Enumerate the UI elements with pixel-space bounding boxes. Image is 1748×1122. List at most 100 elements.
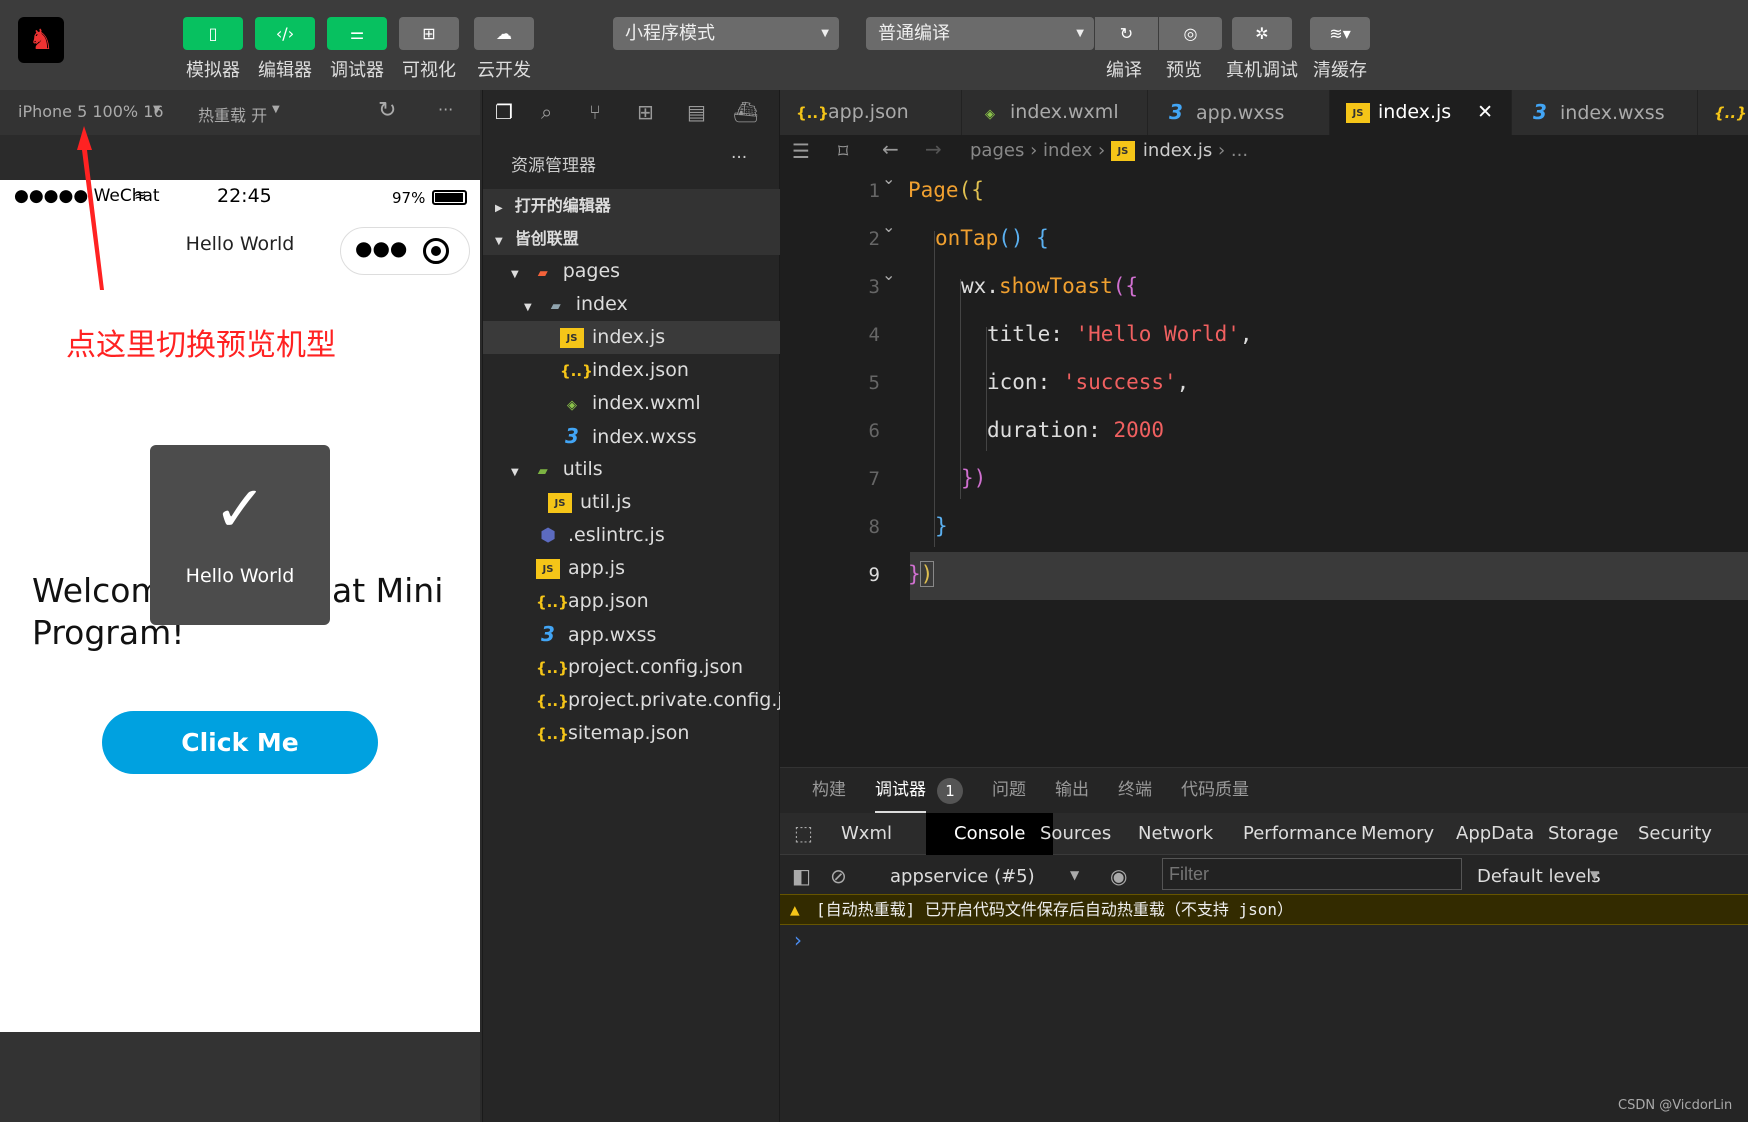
panel-tab-build[interactable]: 构建 xyxy=(812,768,846,813)
compile-button[interactable]: ↻ xyxy=(1095,17,1158,50)
eye-icon[interactable]: ◉ xyxy=(1110,864,1127,888)
tab-app-wxss[interactable]: 3 app.wxss xyxy=(1148,90,1330,135)
levels-select[interactable]: Default levels xyxy=(1477,866,1601,887)
tab-app-json[interactable]: {..}app.json xyxy=(780,90,962,135)
clear-cache-button[interactable]: ≋▾ xyxy=(1310,17,1370,50)
tree-label: index.wxml xyxy=(592,392,701,414)
section-label: 皆创联盟 xyxy=(514,229,579,248)
file-explorer: ❐ ⌕ ⑂ ⊞ ▤ ⛴ 资源管理器 ··· ▶ 打开的编辑器 ▼ 皆创联盟 ▼ ▰ pa… xyxy=(482,90,811,1122)
forward-arrow-icon[interactable]: → xyxy=(925,137,942,161)
tree-item-index-wxss[interactable]: 3 index.wxss xyxy=(483,420,781,453)
panel-tab-output[interactable]: 输出 xyxy=(1055,768,1089,813)
console-prompt[interactable]: › xyxy=(794,928,802,952)
tree-item-app-json[interactable]: {..}app.json xyxy=(483,585,781,618)
breadcrumb: pages › index › JS index.js › ... xyxy=(970,140,1249,161)
extensions-icon[interactable]: ⊞ xyxy=(637,100,654,124)
success-check-icon: ✓ xyxy=(213,473,267,547)
files-icon[interactable]: ❐ xyxy=(495,100,513,124)
outline-icon[interactable]: ☰ xyxy=(792,139,810,163)
back-arrow-icon[interactable]: ← xyxy=(882,137,899,161)
tree-item-utils[interactable]: ▼ ▰ utils xyxy=(483,453,781,486)
tab-index-js[interactable]: JS index.js ✕ xyxy=(1330,90,1512,135)
tab-label: index.wxml xyxy=(1010,101,1119,123)
fold-chevron-icon[interactable]: ⌄ xyxy=(882,217,895,236)
devtools-tab-wxml[interactable]: Wxml xyxy=(826,813,907,855)
warning-text: [自动热重载] 已开启代码文件保存后自动热重载（不支持 json） xyxy=(816,900,1294,919)
click-me-button[interactable]: Click Me xyxy=(102,711,378,774)
tree-item-pages[interactable]: ▼ ▰ pages xyxy=(483,255,781,288)
fold-chevron-icon[interactable]: ⌄ xyxy=(882,265,895,284)
tree-item-eslintrc[interactable]: ⬢ .eslintrc.js xyxy=(483,519,781,552)
tree-label: index.js xyxy=(592,326,666,348)
console-warning: ▲ [自动热重载] 已开启代码文件保存后自动热重载（不支持 json） xyxy=(780,894,1748,925)
tab-label: app.wxss xyxy=(1196,102,1285,124)
watermark: CSDN @VicdorLin xyxy=(1618,1098,1733,1113)
close-icon[interactable]: ✕ xyxy=(1477,90,1493,135)
tree-item-index-json[interactable]: {..}index.json xyxy=(483,354,781,387)
tree-item-util-js[interactable]: JS util.js xyxy=(483,486,781,519)
tab-index-wxss[interactable]: 3 index.wxss xyxy=(1512,90,1698,135)
layers-icon: ≋▾ xyxy=(1329,24,1351,43)
line-number: 5 xyxy=(868,372,880,394)
inspect-element-icon[interactable]: ⬚ xyxy=(794,821,813,845)
remote-debug-button[interactable]: ✲ xyxy=(1232,17,1292,50)
tree-item-app-wxss[interactable]: 3 app.wxss xyxy=(483,618,781,651)
breadcrumb-item[interactable]: index xyxy=(1043,140,1092,161)
sidebar-toggle-icon[interactable]: ◧ xyxy=(792,864,811,888)
refresh-icon: ↻ xyxy=(1119,24,1134,43)
tree-item-index-folder[interactable]: ▼ ▰ index xyxy=(483,288,781,321)
breadcrumb-item[interactable]: pages xyxy=(970,140,1024,161)
section-project[interactable]: ▼ 皆创联盟 xyxy=(483,222,781,255)
tree-label: pages xyxy=(562,260,621,282)
tab-index-json[interactable]: {..}in xyxy=(1698,90,1748,169)
cloud-button[interactable]: ☁ xyxy=(474,17,534,50)
tree-item-app-js[interactable]: JS app.js xyxy=(483,552,781,585)
tree-item-index-js[interactable]: JS index.js xyxy=(483,321,781,354)
filter-input[interactable] xyxy=(1162,858,1462,890)
clear-console-icon[interactable]: ⊘ xyxy=(830,864,847,888)
compile-select[interactable]: 普通编译 ▼ xyxy=(866,17,1094,50)
tree-item-project-config[interactable]: {..}project.config.json xyxy=(483,651,781,684)
explorer-more-button[interactable]: ··· xyxy=(731,148,747,168)
panel-tab-problems[interactable]: 问题 xyxy=(992,768,1026,813)
js-file-icon: JS xyxy=(560,327,584,348)
search-icon[interactable]: ⌕ xyxy=(541,100,552,124)
bookmark-icon[interactable]: ⌑ xyxy=(838,139,848,163)
indent-guide xyxy=(934,231,935,547)
code-line-3: wx.showToast({ xyxy=(961,274,1139,298)
panel-tab-code-quality[interactable]: 代码质量 xyxy=(1181,768,1249,813)
mode-select[interactable]: 小程序模式 ▼ xyxy=(613,17,839,50)
context-select[interactable]: appservice (#5) xyxy=(890,866,1035,887)
arrow-icon xyxy=(77,126,104,290)
tab-index-wxml[interactable]: ◈ index.wxml xyxy=(962,90,1148,135)
tree-item-project-private-config[interactable]: {..}project.private.config.js... xyxy=(483,684,811,717)
devtools-tab-network[interactable]: Network xyxy=(1123,813,1228,855)
git-branch-icon[interactable]: ⑂ xyxy=(589,100,601,124)
folder-icon: ▰ xyxy=(537,464,548,479)
chevron-down-icon: ▼ xyxy=(1590,868,1600,882)
devtools-tab-sources[interactable]: Sources xyxy=(1025,813,1126,855)
fold-chevron-icon[interactable]: ⌄ xyxy=(882,169,895,188)
json-file-icon: {..} xyxy=(536,659,569,677)
panel-tab-debugger[interactable]: 调试器 xyxy=(875,768,926,813)
devtools-tab-security[interactable]: Security xyxy=(1623,813,1727,855)
tree-label: index xyxy=(575,293,628,315)
code-editor[interactable]: ☰ ⌑ ← → pages › index › JS index.js › ...… xyxy=(780,135,1748,767)
breadcrumb-item[interactable]: ... xyxy=(1231,140,1248,161)
section-open-editors[interactable]: ▶ 打开的编辑器 xyxy=(483,189,781,222)
tree-item-index-wxml[interactable]: ◈ index.wxml xyxy=(483,387,781,420)
preview-button[interactable]: ◎ xyxy=(1159,17,1222,50)
devtools-tab-storage[interactable]: Storage xyxy=(1533,813,1633,855)
panel-tab-terminal[interactable]: 终端 xyxy=(1118,768,1152,813)
tree-item-sitemap[interactable]: {..}sitemap.json xyxy=(483,717,781,750)
devtools-tab-memory[interactable]: Memory xyxy=(1346,813,1449,855)
breadcrumb-item[interactable]: index.js xyxy=(1143,140,1212,161)
editor-tabs: {..}app.json ◈ index.wxml 3 app.wxss JS ind… xyxy=(780,90,1748,169)
json-file-icon: {..} xyxy=(536,692,569,710)
wxss-file-icon: 3 xyxy=(541,622,555,646)
tree-label: sitemap.json xyxy=(568,722,690,744)
docker-icon[interactable]: ⛴ xyxy=(733,100,758,124)
chevron-down-icon: ▼ xyxy=(524,302,532,313)
annotation-arrow xyxy=(77,126,104,290)
panel-icon[interactable]: ▤ xyxy=(687,100,706,124)
